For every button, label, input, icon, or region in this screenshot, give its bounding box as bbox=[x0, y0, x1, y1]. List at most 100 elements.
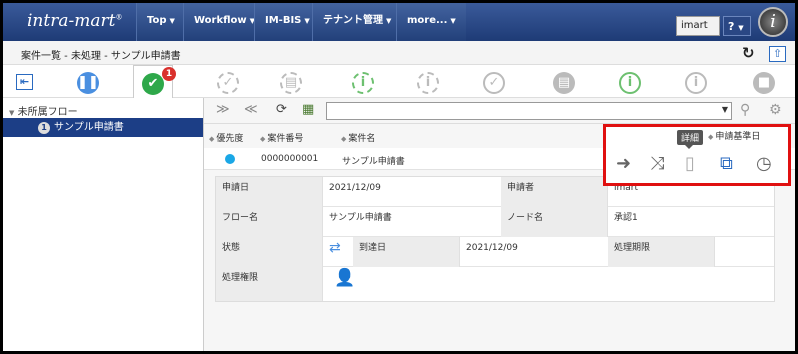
tree-item-sample[interactable]: 1 サンプル申請書 bbox=[3, 118, 203, 137]
dashed-check-icon: ✓ bbox=[217, 72, 239, 94]
refresh-list-icon[interactable]: ⟳ bbox=[276, 102, 287, 117]
detail-label: 処理期限 bbox=[608, 237, 715, 267]
tab-info-pending[interactable]: i bbox=[408, 65, 448, 98]
tree-root-label: 未所属フロー bbox=[17, 107, 78, 118]
tab-info-green-pending[interactable]: i bbox=[343, 65, 383, 98]
nav-workflow-label: Workflow bbox=[194, 15, 247, 26]
nav-imbis-label: IM-BIS bbox=[265, 15, 302, 26]
app-window: intra-mart® Top ▼ Workflow ▼ IM-BIS ▼ テナント管… bbox=[0, 0, 798, 354]
col-priority-label: 優先度 bbox=[216, 134, 244, 144]
tab-info[interactable]: i bbox=[676, 65, 716, 98]
detail-label: フロー名 bbox=[216, 207, 323, 237]
nav-workflow[interactable]: Workflow ▼ bbox=[183, 3, 266, 41]
upload-icon[interactable]: ⇧ bbox=[769, 46, 786, 62]
chevron-down-icon: ▼ bbox=[738, 24, 744, 32]
status-dot bbox=[225, 154, 235, 164]
chevron-down-icon: ▼ bbox=[450, 17, 456, 25]
gear-icon[interactable]: ⚙ bbox=[769, 102, 782, 118]
apply-date-value: 2021/12/09 bbox=[329, 183, 381, 193]
flow-name-value: サンプル申請書 bbox=[329, 213, 392, 223]
help-menu[interactable]: ? ▼ bbox=[723, 16, 751, 36]
tab-document[interactable]: ▤ bbox=[544, 65, 584, 98]
nav-more[interactable]: more... ▼ bbox=[396, 3, 466, 41]
collapse-sidebar-icon[interactable]: ⇤ bbox=[16, 74, 33, 90]
detail-tooltip: 詳細 bbox=[677, 130, 704, 149]
check-circle-icon: ✓ bbox=[483, 72, 505, 94]
user-icon[interactable]: 👤 bbox=[328, 267, 358, 297]
col-number-label: 案件番号 bbox=[267, 134, 304, 144]
list-settings-icon[interactable]: ▦ bbox=[302, 102, 314, 117]
col-name-label: 案件名 bbox=[348, 134, 376, 144]
detail-label: 状態 bbox=[216, 237, 323, 267]
user-menu[interactable]: imart ▼ bbox=[676, 16, 720, 48]
detail-row: フロー名 サンプル申請書 ノード名 承認1 bbox=[216, 207, 774, 237]
shuffle-icon[interactable]: ⤨ bbox=[650, 153, 664, 174]
info-icon: i bbox=[685, 72, 707, 94]
list-toolbar: ≫ ≪ ⟳ ▦ ▼ ⚲ ⚙ bbox=[204, 98, 795, 124]
detail-row: 処理権限 👤 bbox=[216, 267, 774, 301]
detail-label: ノード名 bbox=[501, 207, 608, 237]
logo[interactable]: intra-mart® bbox=[27, 11, 122, 31]
flow-diagram-icon[interactable]: ⧉ bbox=[720, 153, 733, 174]
flow-status-icon[interactable]: ⇄ bbox=[323, 237, 353, 267]
logo-text: intra-mart bbox=[27, 11, 116, 31]
collapse-all-icon[interactable]: ≪ bbox=[244, 102, 258, 117]
chevron-down-icon: ▼ bbox=[386, 17, 392, 25]
tab-hold[interactable]: ❚❚ bbox=[68, 65, 108, 98]
col-number[interactable]: ◆ 案件番号 bbox=[260, 131, 303, 144]
action-highlight-box: 詳細 ◆ 申請基準日 ➜ ⤨ ▯ ⧉ ◷ bbox=[603, 124, 791, 186]
tab-folder[interactable]: ■ bbox=[744, 65, 784, 98]
clock-icon[interactable]: ◷ bbox=[756, 153, 772, 174]
tab-processed-pending[interactable]: ✓ bbox=[208, 65, 248, 98]
chevron-down-icon: ▼ bbox=[169, 17, 175, 25]
sort-icon: ◆ bbox=[708, 133, 714, 141]
breadcrumb: 案件一覧 - 未処理 - サンプル申請書 bbox=[21, 51, 181, 62]
detail-label: 申請日 bbox=[216, 177, 323, 207]
refresh-icon[interactable]: ↻ bbox=[742, 44, 755, 62]
col-base-date-label: 申請基準日 bbox=[715, 132, 761, 142]
node-name-value: 承認1 bbox=[614, 213, 638, 223]
detail-row: 状態 ⇄ 到達日 2021/12/09 処理期限 bbox=[216, 237, 774, 267]
tree-item-label: サンプル申請書 bbox=[54, 122, 124, 133]
nav-tenant-label: テナント管理 bbox=[323, 15, 383, 26]
sort-icon: ◆ bbox=[260, 135, 266, 143]
user-name: imart bbox=[681, 20, 708, 31]
document-icon[interactable]: ▯ bbox=[685, 153, 695, 174]
col-priority[interactable]: ◆ 優先度 bbox=[209, 131, 243, 144]
tab-info-green[interactable]: i bbox=[610, 65, 650, 98]
nav-tenant[interactable]: テナント管理 ▼ bbox=[312, 3, 402, 41]
deadline-value bbox=[715, 237, 775, 267]
flow-sidebar: ▼ 未所属フロー 1 サンプル申請書 bbox=[3, 98, 204, 351]
tree-item-count: 1 bbox=[38, 122, 50, 134]
breadcrumb-bar: 案件一覧 - 未処理 - サンプル申請書 ↻ ⇧ bbox=[3, 41, 795, 65]
tab-document-pending[interactable]: ▤ bbox=[271, 65, 311, 98]
folder-icon: ■ bbox=[753, 72, 775, 94]
tree-root[interactable]: ▼ 未所属フロー bbox=[9, 103, 78, 118]
detail-label: 申請者 bbox=[501, 177, 608, 207]
sort-icon: ◆ bbox=[209, 135, 215, 143]
nav-top[interactable]: Top ▼ bbox=[136, 3, 185, 41]
case-name: サンプル申請書 bbox=[342, 157, 405, 167]
avatar[interactable]: i bbox=[758, 7, 788, 37]
document-icon: ▤ bbox=[553, 72, 575, 94]
col-base-date[interactable]: ◆ 申請基準日 bbox=[708, 129, 760, 142]
chevron-down-icon: ▼ bbox=[721, 105, 728, 114]
dashed-info-icon: i bbox=[352, 72, 374, 94]
case-detail-panel: 申請日 2021/12/09 申請者 imart フロー名 サンプル申請書 ノー… bbox=[215, 176, 775, 302]
tab-processed[interactable]: ✓ bbox=[474, 65, 514, 98]
arrival-date-value: 2021/12/09 bbox=[466, 243, 518, 253]
nav-top-label: Top bbox=[147, 15, 167, 26]
col-name[interactable]: ◆ 案件名 bbox=[341, 131, 375, 144]
arrow-right-icon[interactable]: ➜ bbox=[616, 153, 631, 174]
expand-all-icon[interactable]: ≫ bbox=[216, 102, 230, 117]
detail-label: 到達日 bbox=[353, 237, 460, 267]
nav-imbis[interactable]: IM-BIS ▼ bbox=[254, 3, 320, 41]
search-icon[interactable]: ⚲ bbox=[740, 102, 750, 118]
chevron-down-icon: ▼ bbox=[304, 17, 310, 25]
check-icon: ✔ bbox=[142, 73, 164, 95]
top-navbar: intra-mart® Top ▼ Workflow ▼ IM-BIS ▼ テナント管… bbox=[3, 3, 795, 48]
unprocessed-count-badge: 1 bbox=[162, 67, 176, 81]
case-number: 0000000001 bbox=[261, 154, 319, 164]
dashed-document-icon: ▤ bbox=[280, 72, 302, 94]
filter-select[interactable]: ▼ bbox=[326, 102, 732, 120]
